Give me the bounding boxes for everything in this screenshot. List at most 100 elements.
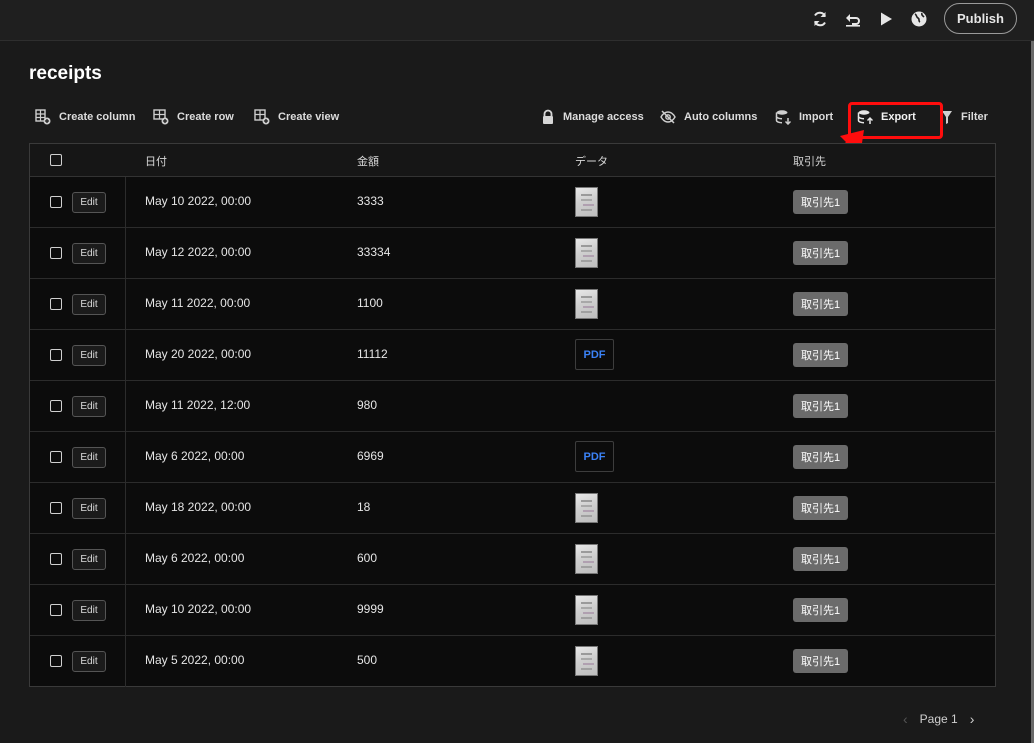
row-checkbox[interactable] [50,247,62,259]
amount-cell: 18 [357,500,371,514]
column-header-data[interactable]: データ [575,153,608,169]
amount-cell: 3333 [357,194,384,208]
edit-button[interactable]: Edit [72,243,106,264]
date-cell: May 11 2022, 12:00 [145,398,251,412]
receipt-thumbnail[interactable] [575,544,598,574]
import-label: Import [799,111,834,123]
edit-button[interactable]: Edit [72,192,106,213]
date-cell: May 5 2022, 00:00 [145,653,245,667]
vendor-tag: 取引先1 [793,343,849,367]
vendor-tag: 取引先1 [793,190,849,214]
create-column-button[interactable]: Create column [35,107,135,127]
receipt-thumbnail[interactable] [575,646,598,676]
create-row-button[interactable]: Create row [153,107,234,127]
refresh-icon[interactable] [810,9,830,29]
filter-label: Filter [961,111,988,123]
row-checkbox[interactable] [50,604,62,616]
pdf-attachment[interactable]: PDF [575,339,614,370]
row-checkbox[interactable] [50,502,62,514]
undo-icon[interactable] [843,9,863,29]
eye-off-icon [660,110,676,124]
pdf-attachment[interactable]: PDF [575,441,614,472]
edit-button[interactable]: Edit [72,396,106,417]
create-row-icon [153,109,169,125]
row-checkbox[interactable] [50,400,62,412]
create-view-icon [254,109,270,125]
create-column-icon [35,109,51,125]
table-row[interactable]: Edit May 20 2022, 00:00 11112 PDF 取引先1 [30,330,995,381]
table-row[interactable]: Edit May 18 2022, 00:00 18 取引先1 [30,483,995,534]
receipt-thumbnail[interactable] [575,187,598,217]
table-row[interactable]: Edit May 10 2022, 00:00 3333 取引先1 [30,177,995,228]
date-cell: May 11 2022, 00:00 [145,296,251,310]
table-header: 日付 金額 データ 取引先 [30,144,995,177]
column-header-vendor[interactable]: 取引先 [793,153,826,169]
date-cell: May 10 2022, 00:00 [145,602,252,616]
receipt-thumbnail[interactable] [575,595,598,625]
next-page-icon[interactable]: › [970,712,975,726]
amount-cell: 6969 [357,449,384,463]
filter-button[interactable]: Filter [941,107,988,127]
records-table: 日付 金額 データ 取引先 Edit May 10 2022, 00:00 3333… [29,143,996,687]
import-icon [775,110,791,125]
table-row[interactable]: Edit May 11 2022, 12:00 980 取引先1 [30,381,995,432]
lock-icon [543,109,553,124]
row-checkbox[interactable] [50,553,62,565]
globe-icon[interactable] [909,9,929,29]
table-row[interactable]: Edit May 6 2022, 00:00 6969 PDF 取引先1 [30,432,995,483]
vendor-tag: 取引先1 [793,394,849,418]
page-title: receipts [29,63,102,84]
amount-cell: 980 [357,398,378,412]
amount-cell: 11112 [357,347,388,361]
create-column-label: Create column [59,111,136,123]
column-header-amount[interactable]: 金額 [357,153,379,169]
publish-button[interactable]: Publish [944,3,1017,34]
receipt-thumbnail[interactable] [575,289,598,319]
import-button[interactable]: Import [775,107,833,127]
create-row-label: Create row [177,111,234,123]
auto-columns-label: Auto columns [684,111,758,123]
top-bar: Publish [0,0,1034,41]
table-row[interactable]: Edit May 12 2022, 00:00 33334 取引先1 [30,228,995,279]
table-row[interactable]: Edit May 5 2022, 00:00 500 取引先1 [30,636,995,687]
edit-button[interactable]: Edit [72,600,106,621]
edit-button[interactable]: Edit [72,294,106,315]
date-cell: May 10 2022, 00:00 [145,194,252,208]
edit-button[interactable]: Edit [72,345,106,366]
edit-button[interactable]: Edit [72,549,106,570]
row-checkbox[interactable] [50,196,62,208]
amount-cell: 500 [357,653,378,667]
edit-button[interactable]: Edit [72,447,106,468]
vendor-tag: 取引先1 [793,241,849,265]
prev-page-icon[interactable]: ‹ [903,712,908,726]
play-icon[interactable] [876,9,896,29]
vendor-tag: 取引先1 [793,649,849,673]
receipt-thumbnail[interactable] [575,493,598,523]
row-checkbox[interactable] [50,349,62,361]
create-view-button[interactable]: Create view [254,107,339,127]
vendor-tag: 取引先1 [793,496,849,520]
row-checkbox[interactable] [50,655,62,667]
amount-cell: 1100 [357,296,383,310]
table-row[interactable]: Edit May 6 2022, 00:00 600 取引先1 [30,534,995,585]
create-view-label: Create view [278,111,340,123]
auto-columns-button[interactable]: Auto columns [660,107,757,127]
edit-button[interactable]: Edit [72,498,106,519]
date-cell: May 20 2022, 00:00 [145,347,252,361]
column-header-date[interactable]: 日付 [145,153,167,169]
receipt-thumbnail[interactable] [575,238,598,268]
row-checkbox[interactable] [50,298,62,310]
table-row[interactable]: Edit May 10 2022, 00:00 9999 取引先1 [30,585,995,636]
edit-button[interactable]: Edit [72,651,106,672]
amount-cell: 33334 [357,245,391,259]
vendor-tag: 取引先1 [793,598,849,622]
row-checkbox[interactable] [50,451,62,463]
date-cell: May 12 2022, 00:00 [145,245,252,259]
pagination: ‹ Page 1 › [903,710,974,728]
manage-access-button[interactable]: Manage access [541,107,644,127]
select-all-checkbox[interactable] [50,154,62,166]
vendor-tag: 取引先1 [793,445,849,469]
amount-cell: 600 [357,551,378,565]
date-cell: May 18 2022, 00:00 [145,500,252,514]
table-row[interactable]: Edit May 11 2022, 00:00 1100 取引先1 [30,279,995,330]
